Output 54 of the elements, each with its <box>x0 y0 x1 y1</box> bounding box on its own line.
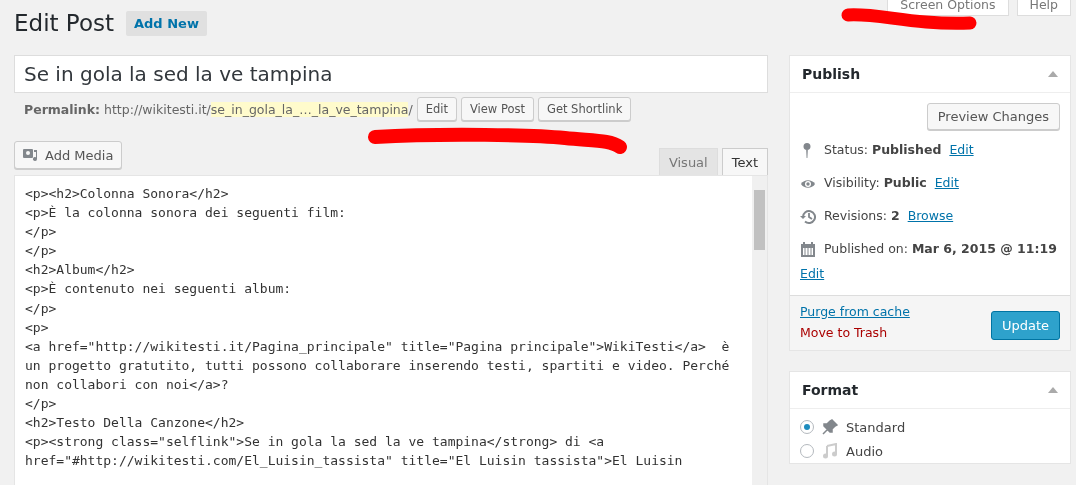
permalink-button[interactable]: View Post <box>460 97 534 121</box>
edit-link[interactable]: Edit <box>934 175 959 190</box>
add-media-button[interactable]: Add Media <box>14 141 123 169</box>
date-icon <box>800 241 816 258</box>
edit-link[interactable]: Edit <box>800 266 825 281</box>
format-label: Audio <box>846 443 883 459</box>
code-line: </p> <box>25 299 58 318</box>
edit-link[interactable]: Edit <box>949 142 974 157</box>
page-title: Edit Post <box>14 10 114 36</box>
radio-button[interactable] <box>800 420 814 434</box>
code-line: <p><h2>Colonna Sonora</h2> <box>25 185 230 203</box>
scrollbar[interactable] <box>752 176 767 485</box>
box-title: Publish <box>802 66 861 82</box>
code-line: </p> <box>25 242 58 261</box>
code-editor[interactable] <box>14 175 768 485</box>
code-line: <h2>Album</h2> <box>25 261 136 280</box>
publish-info: Revisions: 2 <box>824 208 900 223</box>
permalink-label: Permalink: <box>24 101 101 117</box>
pin-icon <box>822 419 838 435</box>
revisions-icon <box>800 208 816 225</box>
preview-button[interactable]: Preview Changes <box>926 103 1060 130</box>
code-line: non collabori con noi</a>? <box>25 375 230 394</box>
editor-tab[interactable]: Text <box>721 148 768 175</box>
code-line: <a href="http://wikitesti.it/Pagina_principale" title="Pagina principale">WikiTesti</a> è <box>25 337 731 356</box>
format-label: Standard <box>846 419 906 435</box>
collapse-icon[interactable] <box>1048 71 1058 77</box>
radio-button[interactable] <box>800 444 814 458</box>
edit-link[interactable]: Browse <box>907 208 954 223</box>
code-line: <p> <box>25 318 50 337</box>
permalink-button[interactable]: Get Shortlink <box>537 97 632 121</box>
update-button[interactable]: Update <box>990 311 1060 340</box>
publish-info: Published on: Mar 6, 2015 @ 11:19 <box>824 241 1057 256</box>
code-line: </p> <box>25 223 58 242</box>
code-line: </p> <box>25 395 58 414</box>
code-line: <h2>Testo Della Canzone</h2> <box>25 414 246 433</box>
menu-toggle[interactable]: Screen Options <box>887 0 1009 16</box>
code-line: <p><strong class="selflink">Se in gola la sed la ve tampina</strong> di <a <box>25 433 606 452</box>
add-new-button[interactable]: Add New <box>126 10 207 36</box>
collapse-icon[interactable] <box>1048 387 1058 393</box>
music-note-icon <box>822 443 838 459</box>
title-field[interactable]: Se in gola la sed la ve tampina <box>14 55 768 93</box>
menu-toggle[interactable]: Help <box>1016 0 1071 16</box>
code-line: href="#http://wikitesti.com/El_Luisin_tassista" title="El Luisin tassista">El Luisin <box>25 452 684 471</box>
code-line: <p>È la colonna sonora dei seguenti film: <box>25 204 347 223</box>
trash-link[interactable]: Move to Trash <box>800 325 910 340</box>
media-icon <box>23 147 40 163</box>
code-line: un progetto gratutito, tutti possono collaborare inserendo testi, spartiti e video. Perché <box>25 356 731 375</box>
code-line: <p>È contenuto nei seguenti album: <box>25 280 293 299</box>
box-title: Format <box>802 382 859 398</box>
publish-info: Visibility: Public <box>824 175 927 190</box>
editor-tab[interactable]: Visual <box>658 148 718 175</box>
purge-link[interactable]: Purge from cache <box>800 304 910 319</box>
publish-info: Status: Published <box>824 142 942 157</box>
permalink-button[interactable]: Edit <box>416 97 457 121</box>
